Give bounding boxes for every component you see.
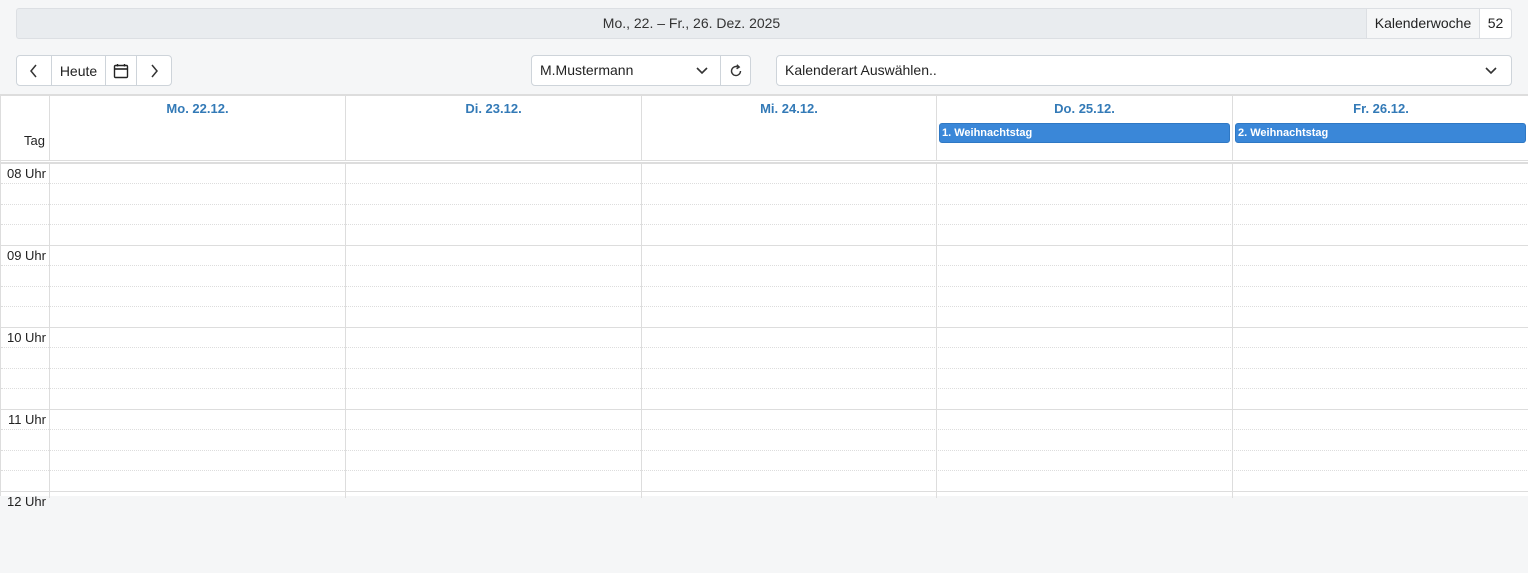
time-axis: 08 Uhr 09 Uhr 10 Uhr 11 Uhr 12 Uhr [1, 163, 50, 509]
hour-slot: 12 Uhr [1, 491, 50, 573]
hour-slot: 09 Uhr [1, 245, 50, 327]
week-number: 52 [1479, 9, 1511, 38]
allday-event[interactable]: 1. Weihnachtstag [939, 123, 1230, 143]
hour-label: 10 Uhr [6, 330, 46, 345]
refresh-button[interactable] [720, 55, 751, 86]
day-column-thu[interactable] [937, 163, 1233, 498]
calendar-type-placeholder: Kalenderart Auswählen.. [785, 62, 937, 78]
user-select[interactable]: M.Mustermann [531, 55, 721, 86]
day-column-fri[interactable] [1233, 163, 1528, 498]
week-calendar: Tag Mo. 22.12. Di. 23.12. Mi. 24.12. Do.… [0, 94, 1528, 509]
calendar-type-select[interactable]: Kalenderart Auswählen.. [776, 55, 1512, 86]
allday-label: Tag [1, 96, 50, 160]
day-name: Di. 23.12. [465, 101, 522, 116]
week-title-bar: Mo., 22. – Fr., 26. Dez. 2025 Kalenderwo… [16, 8, 1512, 39]
date-range-title: Mo., 22. – Fr., 26. Dez. 2025 [602, 15, 781, 31]
chevron-down-icon [696, 56, 708, 85]
day-column-tue[interactable] [346, 163, 642, 498]
calendar-icon [113, 63, 129, 78]
time-grid: 08 Uhr 09 Uhr 10 Uhr 11 Uhr 12 Uhr [1, 163, 1528, 509]
hour-slot: 11 Uhr [1, 409, 50, 491]
chevron-right-icon [151, 64, 158, 77]
calendar-header-row: Tag Mo. 22.12. Di. 23.12. Mi. 24.12. Do.… [1, 96, 1528, 163]
refresh-icon [730, 63, 741, 76]
hour-label: 08 Uhr [6, 166, 46, 181]
day-header-wed[interactable]: Mi. 24.12. [642, 96, 937, 160]
day-header-thu[interactable]: Do. 25.12. 1. Weihnachtstag [937, 96, 1233, 160]
next-week-button[interactable] [137, 56, 171, 85]
user-select-value: M.Mustermann [540, 62, 634, 78]
hour-label: 12 Uhr [6, 494, 46, 509]
hour-label: 09 Uhr [6, 248, 46, 263]
day-header-tue[interactable]: Di. 23.12. [346, 96, 642, 160]
date-picker-button[interactable] [106, 56, 137, 85]
navigation-button-group: Heute [16, 55, 172, 86]
hour-label: 11 Uhr [7, 412, 46, 427]
previous-week-button[interactable] [17, 56, 52, 85]
day-column-wed[interactable] [642, 163, 937, 498]
week-label: Kalenderwoche [1366, 9, 1479, 38]
hour-slot: 10 Uhr [1, 327, 50, 409]
day-name: Mo. 22.12. [166, 101, 229, 116]
day-column-mon[interactable] [50, 163, 346, 498]
hour-slot: 08 Uhr [1, 163, 50, 245]
today-button[interactable]: Heute [52, 56, 106, 85]
chevron-left-icon [30, 64, 37, 77]
chevron-down-icon [1485, 56, 1497, 85]
allday-event[interactable]: 2. Weihnachtstag [1235, 123, 1526, 143]
day-name: Fr. 26.12. [1353, 101, 1409, 116]
day-name: Do. 25.12. [1054, 101, 1115, 116]
day-name: Mi. 24.12. [760, 101, 818, 116]
day-header-mon[interactable]: Mo. 22.12. [50, 96, 346, 160]
day-header-fri[interactable]: Fr. 26.12. 2. Weihnachtstag [1233, 96, 1528, 160]
